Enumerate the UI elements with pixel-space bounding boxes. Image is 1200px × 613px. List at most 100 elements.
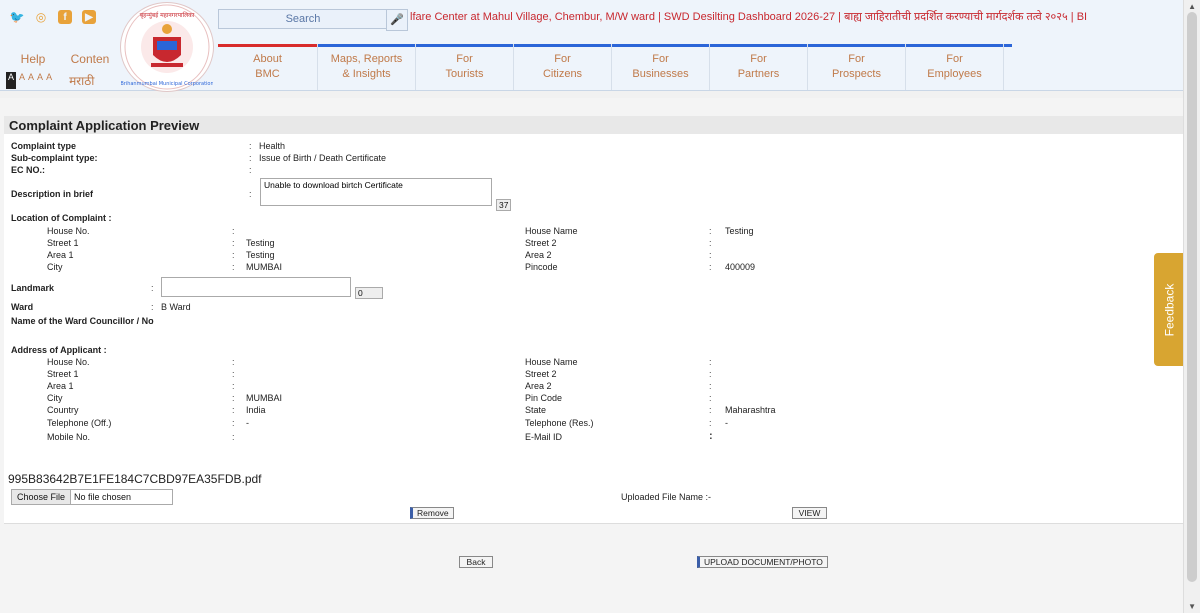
instagram-icon[interactable]: ◎ (34, 10, 48, 24)
feedback-tab[interactable]: Feedback (1154, 253, 1184, 366)
app-pin-label: Pin Code (525, 393, 563, 403)
app-email-label: E-Mail ID (525, 432, 563, 442)
vertical-scrollbar[interactable]: ▲ ▼ (1183, 0, 1200, 613)
remove-button[interactable]: Remove (410, 507, 454, 519)
nav-for-partners[interactable]: For Partners (710, 44, 808, 90)
scroll-down-icon[interactable]: ▼ (1188, 602, 1196, 611)
colon: : (709, 250, 712, 260)
font-size-a[interactable]: A (28, 72, 34, 89)
upload-document-button[interactable]: UPLOAD DOCUMENT/PHOTO (697, 556, 828, 568)
content-link[interactable]: Conten (66, 52, 114, 66)
description-textarea[interactable] (260, 178, 492, 206)
colon: : (709, 369, 712, 379)
colon: : (232, 369, 235, 379)
bmc-logo[interactable]: बृहन्मुंबई महानगरपालिका Brihanmumbai Mun… (120, 2, 214, 92)
loc-street2-label: Street 2 (525, 238, 557, 248)
nav-for-citizens[interactable]: For Citizens (514, 44, 612, 90)
font-size-a[interactable]: A (19, 72, 25, 89)
app-house-no-label: House No. (47, 357, 90, 367)
choose-file-button[interactable]: Choose File (12, 490, 72, 504)
colon: : (232, 432, 235, 442)
app-area2-label: Area 2 (525, 381, 552, 391)
scroll-thumb[interactable] (1187, 12, 1197, 582)
font-size-a[interactable]: A (6, 72, 17, 89)
colon: : (232, 381, 235, 391)
colon: : (709, 238, 712, 248)
loc-house-no-label: House No. (47, 226, 90, 236)
nav-for-tourists[interactable]: For Tourists (416, 44, 514, 90)
view-button[interactable]: VIEW (792, 507, 827, 519)
back-button[interactable]: Back (459, 556, 493, 568)
nav-label: Citizens (542, 68, 583, 80)
nav-about-bmc[interactable]: About BMC (218, 44, 318, 90)
loc-city-value: MUMBAI (246, 262, 282, 272)
nav-label: For (848, 53, 865, 65)
loc-house-name-value: Testing (725, 226, 754, 236)
loc-area2-label: Area 2 (525, 250, 552, 260)
app-state-value: Maharashtra (725, 405, 776, 415)
app-street2-label: Street 2 (525, 369, 557, 379)
nav-label: Businesses (632, 68, 689, 80)
youtube-icon[interactable]: ▶ (82, 10, 96, 24)
nav-label: Prospects (832, 68, 881, 80)
file-chooser[interactable]: Choose File No file chosen (11, 489, 173, 505)
site-header: 🐦 ◎ f ▶ Help Conten A A A A A मराठी बृहन… (0, 0, 1184, 92)
help-link[interactable]: Help (0, 52, 66, 66)
landmark-input[interactable] (161, 277, 351, 297)
app-house-name-label: House Name (525, 357, 578, 367)
font-size-a[interactable]: A (46, 72, 52, 89)
colon: : (232, 393, 235, 403)
loc-street1-value: Testing (246, 238, 275, 248)
colon: : (232, 226, 235, 236)
sub-complaint-label: Sub-complaint type: (11, 153, 98, 163)
nav-label: For (652, 53, 669, 65)
colon: : (232, 262, 235, 272)
loc-street1-label: Street 1 (47, 238, 79, 248)
loc-house-name-label: House Name (525, 226, 578, 236)
social-links: 🐦 ◎ f ▶ (10, 10, 96, 24)
svg-text:बृहन्मुंबई महानगरपालिका: बृहन्मुंबई महानगरपालिका (140, 11, 195, 19)
colon: : (232, 418, 235, 428)
divider (4, 523, 1184, 524)
twitter-icon[interactable]: 🐦 (10, 10, 25, 24)
colon: : (709, 393, 712, 403)
app-area1-label: Area 1 (47, 381, 74, 391)
loc-pincode-value: 400009 (725, 262, 756, 272)
nav-maps-reports[interactable]: Maps, Reports & Insights (318, 44, 416, 90)
colon: : (249, 141, 252, 151)
loc-area1-label: Area 1 (47, 250, 74, 260)
app-tel-res-value: - (725, 418, 728, 428)
nav-label: Partners (737, 68, 780, 80)
location-section-label: Location of Complaint : (11, 213, 112, 223)
colon: : (232, 357, 235, 367)
description-label: Description in brief (11, 189, 94, 199)
no-file-text: No file chosen (74, 492, 132, 502)
colon: : (232, 250, 235, 260)
app-city-value: MUMBAI (246, 393, 282, 403)
landmark-label: Landmark (11, 283, 55, 293)
news-ticker[interactable]: lfare Center at Mahul Village, Chembur, … (410, 9, 1190, 27)
colon: : (709, 430, 713, 442)
app-tel-off-label: Telephone (Off.) (47, 418, 112, 428)
uploaded-file-label: Uploaded File Name :- (621, 492, 712, 502)
search-input[interactable]: Search (218, 9, 388, 29)
nav-for-employees[interactable]: For Employees (906, 44, 1004, 90)
colon: : (249, 165, 252, 175)
nav-label: & Insights (342, 68, 391, 80)
svg-text:Brihanmumbai Municipal Corpora: Brihanmumbai Municipal Corporation (121, 81, 213, 87)
nav-label: Tourists (445, 68, 484, 80)
font-size-a[interactable]: A (37, 72, 43, 89)
marathi-language-link[interactable]: मराठी (69, 72, 94, 89)
nav-for-businesses[interactable]: For Businesses (612, 44, 710, 90)
scroll-up-icon[interactable]: ▲ (1188, 2, 1196, 11)
colon: : (709, 405, 712, 415)
ward-value: B Ward (161, 302, 191, 312)
nav-for-prospects[interactable]: For Prospects (808, 44, 906, 90)
microphone-icon[interactable]: 🎤 (386, 9, 408, 31)
nav-label: Maps, Reports (330, 53, 403, 65)
sub-complaint-value: Issue of Birth / Death Certificate (259, 153, 387, 163)
colon: : (151, 283, 154, 293)
colon: : (709, 357, 712, 367)
facebook-icon[interactable]: f (58, 10, 72, 24)
app-tel-off-value: - (246, 418, 249, 428)
